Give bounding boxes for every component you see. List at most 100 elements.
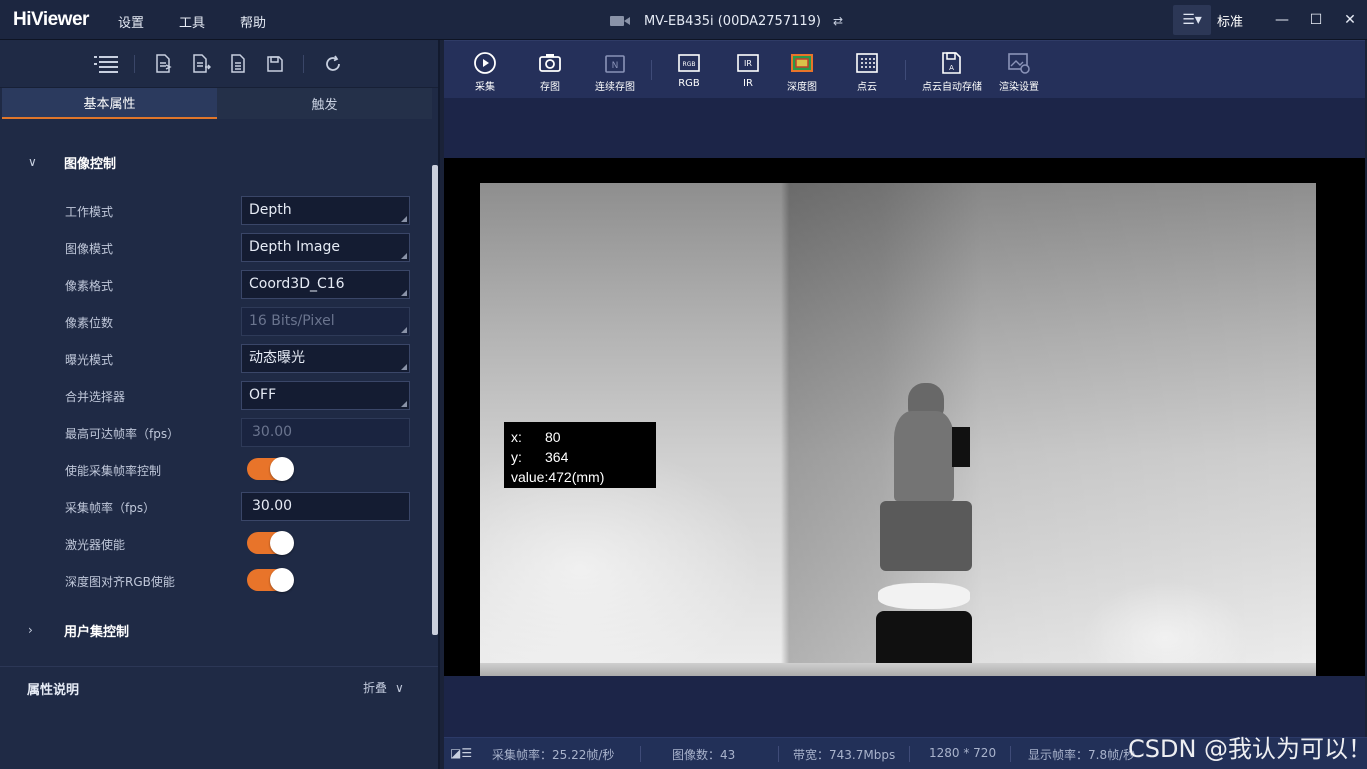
minimize-icon[interactable]: — (1265, 0, 1299, 40)
point-cloud-autosave-button[interactable]: A 点云自动存储 (922, 51, 982, 93)
watermark-text: CSDN @我认为可以！ (1128, 735, 1367, 763)
export-config-icon[interactable] (182, 49, 219, 79)
continuous-save-icon: N (605, 55, 625, 73)
prop-label: 像素格式 (65, 279, 114, 293)
prop-max-fps: 最高可达帧率（fps） 30.00 (0, 418, 430, 448)
tooltip-value-row: value:472(mm) (511, 469, 605, 485)
prop-pixel-bits: 像素位数 16 Bits/Pixel (0, 307, 430, 337)
save-config-icon[interactable] (256, 49, 293, 79)
depth-map-icon (791, 54, 813, 72)
property-tabs: 基本属性 触发 (2, 88, 432, 119)
divider (651, 60, 652, 80)
prop-label: 像素位数 (65, 316, 114, 330)
dropdown-caret-icon (401, 401, 407, 407)
laser-enable-toggle[interactable] (247, 531, 294, 555)
close-icon[interactable]: ✕ (1333, 0, 1367, 40)
import-config-icon[interactable] (145, 49, 182, 79)
section-title: 用户集控制 (64, 624, 130, 640)
dropdown-caret-icon (401, 327, 407, 333)
maximize-icon[interactable]: ☐ (1299, 0, 1333, 40)
figure-seat (880, 501, 972, 571)
prop-capture-fps: 采集帧率（fps） 30.00 (0, 492, 430, 522)
figure-highlight (878, 583, 970, 609)
section-image-control[interactable]: ∨ 图像控制 (0, 152, 430, 172)
switch-camera-icon[interactable]: ⇄ (833, 14, 843, 28)
divider (640, 746, 641, 762)
menu-tools[interactable]: 工具 (179, 12, 205, 31)
floor-band (480, 663, 1316, 676)
status-image-count: 图像数：43 (672, 748, 736, 762)
pixel-value-tooltip: x: 80 y: 364 value:472(mm) (504, 422, 656, 488)
camera-title: MV-EB435i (00DA2757119) ⇄ (610, 11, 843, 31)
document-icon[interactable] (219, 49, 256, 79)
point-cloud-button[interactable]: 点云 (855, 51, 879, 93)
section-user-set-control[interactable]: › 用户集控制 (0, 620, 430, 640)
depth-image-viewer[interactable]: x: 80 y: 364 value:472(mm) (444, 158, 1365, 676)
prop-enable-fps-control: 使能采集帧率控制 (0, 455, 430, 485)
work-mode-select[interactable]: Depth (241, 196, 410, 225)
viewer-area: 采集 存图 N 连续存图 RGB RGB IR IR 深度图 点云 A 点云自动… (444, 40, 1367, 769)
section-title: 图像控制 (64, 156, 117, 172)
divider (905, 60, 906, 80)
camera-snapshot-icon (539, 54, 561, 72)
properties-panel: 基本属性 触发 ∨ 图像控制 工作模式 Depth 图像模式 Depth Ima… (0, 40, 440, 769)
divider (778, 746, 779, 762)
status-display-fps: 显示帧率：7.8帧/秒 (1028, 748, 1136, 762)
exposure-mode-select[interactable]: 动态曝光 (241, 344, 410, 373)
prop-label: 工作模式 (65, 205, 114, 219)
divider (909, 746, 910, 762)
title-bar: HiViewer 设置 工具 帮助 MV-EB435i (00DA2757119… (0, 0, 1367, 40)
depth-align-rgb-toggle[interactable] (247, 568, 294, 592)
dropdown-caret-icon (401, 290, 407, 296)
pixel-format-select[interactable]: Coord3D_C16 (241, 270, 410, 299)
max-fps-field: 30.00 (241, 418, 410, 447)
depth-map-button[interactable]: 深度图 (787, 51, 817, 93)
mode-label[interactable]: 标准 (1217, 11, 1243, 30)
divider (1010, 746, 1011, 762)
continuous-save-button[interactable]: N 连续存图 (595, 51, 635, 93)
status-layout-icon[interactable]: ◪☰ (450, 746, 472, 760)
prop-work-mode: 工作模式 Depth (0, 196, 430, 226)
merge-selector-select[interactable]: OFF (241, 381, 410, 410)
dropdown-caret-icon (401, 364, 407, 370)
ir-button[interactable]: IR IR (736, 51, 760, 89)
menu-settings[interactable]: 设置 (118, 12, 144, 31)
tab-trigger[interactable]: 触发 (217, 88, 432, 119)
rgb-button[interactable]: RGB RGB (677, 51, 701, 89)
refresh-icon[interactable] (314, 49, 351, 79)
prop-label: 采集帧率（fps） (65, 501, 156, 515)
status-bandwidth: 带宽：743.7Mbps (793, 748, 896, 762)
fold-button[interactable]: 折叠 ∨ (363, 679, 404, 696)
render-settings-icon (1008, 53, 1030, 74)
menu-help[interactable]: 帮助 (240, 12, 266, 31)
app-logo: HiViewer (13, 9, 89, 30)
save-image-button[interactable]: 存图 (538, 51, 562, 93)
prop-label: 图像模式 (65, 242, 114, 256)
description-title: 属性说明 (27, 683, 80, 698)
tab-basic-properties[interactable]: 基本属性 (2, 88, 217, 119)
prop-label: 深度图对齐RGB使能 (65, 575, 175, 589)
image-mode-select[interactable]: Depth Image (241, 233, 410, 262)
hamburger-menu-icon[interactable]: ☰▾ (1172, 5, 1211, 35)
figure-arm (952, 427, 970, 467)
list-view-icon[interactable] (87, 49, 124, 79)
capture-fps-field[interactable]: 30.00 (241, 492, 410, 521)
tooltip-y-row: y: 364 (511, 449, 569, 465)
dropdown-caret-icon (401, 216, 407, 222)
rgb-icon: RGB (678, 54, 700, 72)
fold-label: 折叠 (363, 681, 388, 695)
render-settings-button[interactable]: 渲染设置 (999, 51, 1039, 93)
divider (303, 54, 304, 73)
chevron-right-icon: › (28, 623, 33, 637)
prop-label: 使能采集帧率控制 (65, 464, 162, 478)
prop-laser-enable: 激光器使能 (0, 529, 430, 559)
capture-button[interactable]: 采集 (473, 51, 497, 93)
enable-fps-control-toggle[interactable] (247, 457, 294, 481)
camera-icon (610, 14, 632, 28)
ir-icon: IR (737, 54, 759, 72)
prop-pixel-format: 像素格式 Coord3D_C16 (0, 270, 430, 300)
prop-merge-selector: 合并选择器 OFF (0, 381, 430, 411)
properties-scrollbar[interactable] (432, 165, 438, 635)
svg-text:IR: IR (744, 59, 752, 68)
left-toolbar (0, 40, 438, 88)
